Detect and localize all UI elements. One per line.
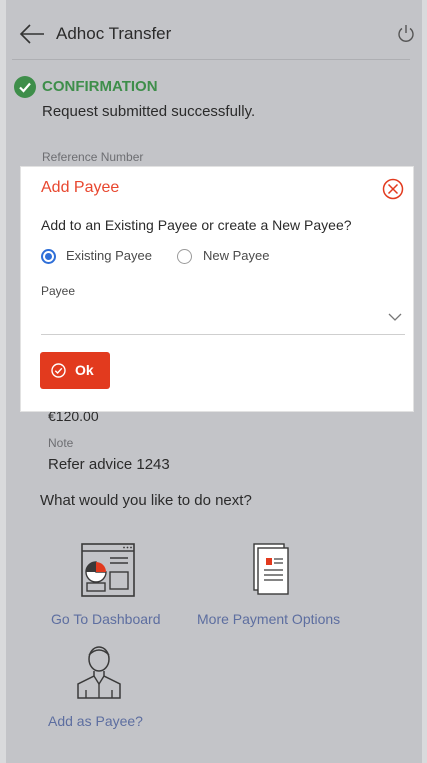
- check-circle-outline-icon: [51, 363, 66, 378]
- chevron-down-icon: [388, 313, 402, 321]
- ok-button-label: Ok: [75, 362, 94, 378]
- add-as-payee-link[interactable]: Add as Payee?: [48, 713, 143, 729]
- existing-payee-label[interactable]: Existing Payee: [66, 248, 152, 263]
- header-divider: [12, 59, 410, 60]
- screen-overlay: Adhoc Transfer CONFIRMATION Request subm…: [0, 0, 427, 763]
- modal-title: Add Payee: [41, 179, 120, 196]
- next-steps-question: What would you like to do next?: [40, 492, 252, 509]
- new-payee-label[interactable]: New Payee: [203, 248, 269, 263]
- existing-payee-radio[interactable]: [41, 249, 56, 264]
- payee-select[interactable]: [41, 303, 405, 335]
- person-icon[interactable]: [74, 642, 124, 700]
- add-payee-modal: Add Payee Add to an Existing Payee or cr…: [21, 167, 413, 411]
- confirmation-message: Request submitted successfully.: [42, 103, 256, 120]
- note-label: Note: [48, 436, 74, 450]
- document-icon[interactable]: [252, 542, 292, 598]
- reference-number-label: Reference Number: [42, 150, 144, 164]
- arrow-left-icon[interactable]: [18, 22, 46, 46]
- dashboard-icon[interactable]: [80, 542, 136, 598]
- new-payee-radio[interactable]: [177, 249, 192, 264]
- payee-select-underline: [41, 334, 405, 335]
- note-value: Refer advice 1243: [48, 456, 170, 473]
- close-icon[interactable]: [382, 178, 404, 200]
- header: Adhoc Transfer: [0, 0, 427, 62]
- check-circle-icon: [14, 76, 36, 98]
- page-title: Adhoc Transfer: [56, 24, 172, 43]
- right-edge: [422, 0, 427, 763]
- left-edge: [0, 0, 6, 763]
- more-payment-options-link[interactable]: More Payment Options: [197, 611, 340, 627]
- go-to-dashboard-link[interactable]: Go To Dashboard: [51, 611, 160, 627]
- payee-field-label: Payee: [41, 284, 76, 298]
- power-icon[interactable]: [396, 24, 416, 44]
- payee-type-question: Add to an Existing Payee or create a New…: [41, 217, 352, 233]
- confirmation-title: CONFIRMATION: [42, 78, 158, 95]
- ok-button[interactable]: Ok: [40, 352, 110, 389]
